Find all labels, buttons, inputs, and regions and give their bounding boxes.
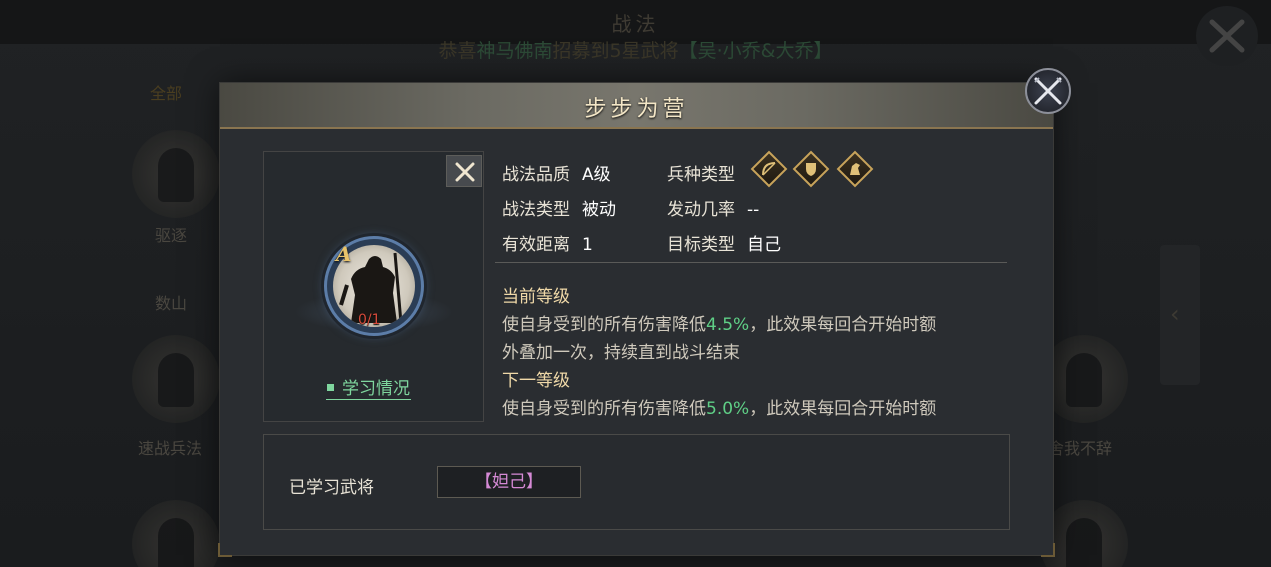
background-close-button[interactable] xyxy=(1196,6,1258,66)
general-tag[interactable]: 【妲己】 xyxy=(437,466,581,498)
attr-chance: 发动几率 -- xyxy=(667,200,760,220)
background-card-label: 舍我不辞 xyxy=(1048,439,1113,458)
shield-icon[interactable] xyxy=(792,150,830,188)
grade-letter: A xyxy=(336,242,352,266)
attr-troop-type: 兵种类型 xyxy=(667,165,735,185)
current-level-desc-line: 外叠加一次，持续直到战斗结束 xyxy=(502,343,740,363)
square-bullet-icon xyxy=(327,383,334,391)
chevron-left-icon: ‹ xyxy=(1170,300,1180,328)
next-level-title: 下一等级 xyxy=(502,371,570,391)
learned-generals-panel: 已学习武将 【妲己】 xyxy=(263,434,1010,530)
corner-ornament xyxy=(218,543,232,557)
attr-quality: 战法品质 A级 xyxy=(502,165,611,185)
dialog-header: 步步为营 xyxy=(220,83,1053,129)
background-card-label: 驱逐 xyxy=(155,226,188,245)
background-card[interactable] xyxy=(132,335,220,423)
background-card[interactable] xyxy=(132,130,220,218)
crossed-swords-close-icon xyxy=(1034,77,1062,105)
cavalry-icon[interactable] xyxy=(836,150,874,188)
dialog-title: 步步为营 xyxy=(584,97,689,122)
divider xyxy=(495,262,1007,263)
background-ticker: 恭喜神马佛南招募到5星武将【吴·小乔&大乔】 xyxy=(438,40,833,62)
study-status-link[interactable]: 学习情况 xyxy=(326,374,411,400)
learned-generals-label: 已学习武将 xyxy=(289,478,374,498)
close-icon xyxy=(455,162,475,182)
background-tab-all[interactable]: 全部 xyxy=(150,80,220,106)
close-icon xyxy=(1209,19,1245,53)
background-card-label: 速战兵法 xyxy=(138,439,203,458)
background-title: 战法 xyxy=(611,12,660,36)
unequip-button[interactable] xyxy=(446,155,482,187)
tactic-detail-dialog: 步步为营 A 0/1 学习情况 战法品质 A级 战法类型 被动 有效距离 1 兵… xyxy=(218,83,1055,557)
attr-target: 目标类型 自己 xyxy=(667,235,781,255)
attr-type: 战法类型 被动 xyxy=(502,200,616,220)
archer-icon[interactable] xyxy=(750,150,788,188)
current-level-title: 当前等级 xyxy=(502,287,570,307)
attr-range: 有效距离 1 xyxy=(502,235,593,255)
learned-count: 0/1 xyxy=(358,312,381,328)
background-card[interactable] xyxy=(132,500,220,567)
current-level-desc-line: 使自身受到的所有伤害降低4.5%，此效果每回合开始时额 xyxy=(502,315,937,335)
corner-ornament xyxy=(1041,543,1055,557)
close-dialog-button[interactable] xyxy=(1025,68,1071,114)
portrait-panel: A 0/1 学习情况 xyxy=(263,151,484,422)
background-card-label: 数山 xyxy=(155,294,188,313)
background-card[interactable] xyxy=(1040,335,1128,423)
background-side-arrow[interactable]: ‹ xyxy=(1160,245,1200,385)
next-level-desc-line: 使自身受到的所有伤害降低5.0%，此效果每回合开始时额 xyxy=(502,399,937,419)
